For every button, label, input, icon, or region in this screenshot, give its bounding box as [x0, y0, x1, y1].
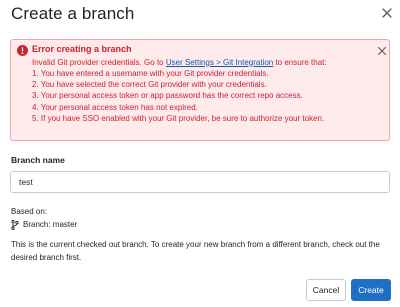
- error-item: 5. If you have SSO enabled with your Git…: [32, 113, 325, 123]
- error-intro-line: Invalid Git provider credentials. Go to …: [32, 57, 382, 68]
- error-intro-suffix: to ensure that:: [273, 57, 327, 67]
- git-integration-link[interactable]: User Settings > Git Integration: [166, 58, 273, 67]
- error-message: Invalid Git provider credentials. Go to …: [32, 57, 382, 125]
- close-icon[interactable]: [380, 6, 394, 20]
- dialog-title: Create a branch: [11, 4, 135, 23]
- based-on-label: Based on:: [11, 207, 48, 216]
- error-item: 3. Your personal access token or app pas…: [32, 91, 303, 101]
- error-alert: Error creating a branch Invalid Git prov…: [10, 39, 390, 141]
- based-on-branch-text: Branch: master: [23, 220, 78, 229]
- error-title: Error creating a branch: [32, 44, 132, 54]
- based-on-branch: Branch: master: [11, 219, 77, 230]
- create-branch-dialog: Create a branch Error creating a branch …: [0, 0, 400, 307]
- error-intro-prefix: Invalid Git provider credentials. Go to: [32, 57, 166, 67]
- create-button[interactable]: Create: [351, 279, 391, 301]
- git-branch-icon: [11, 219, 19, 230]
- cancel-button[interactable]: Cancel: [306, 279, 346, 301]
- dismiss-error-icon[interactable]: [377, 46, 387, 56]
- branch-name-input[interactable]: [10, 171, 390, 193]
- error-item: 2. You have selected the correct Git pro…: [32, 80, 267, 90]
- error-circle-icon: [17, 45, 28, 56]
- error-item: 1. You have entered a username with your…: [32, 68, 269, 78]
- help-text: This is the current checked out branch. …: [11, 240, 380, 262]
- branch-name-label: Branch name: [11, 155, 65, 165]
- error-item: 4. Your personal access token has not ex…: [32, 102, 198, 112]
